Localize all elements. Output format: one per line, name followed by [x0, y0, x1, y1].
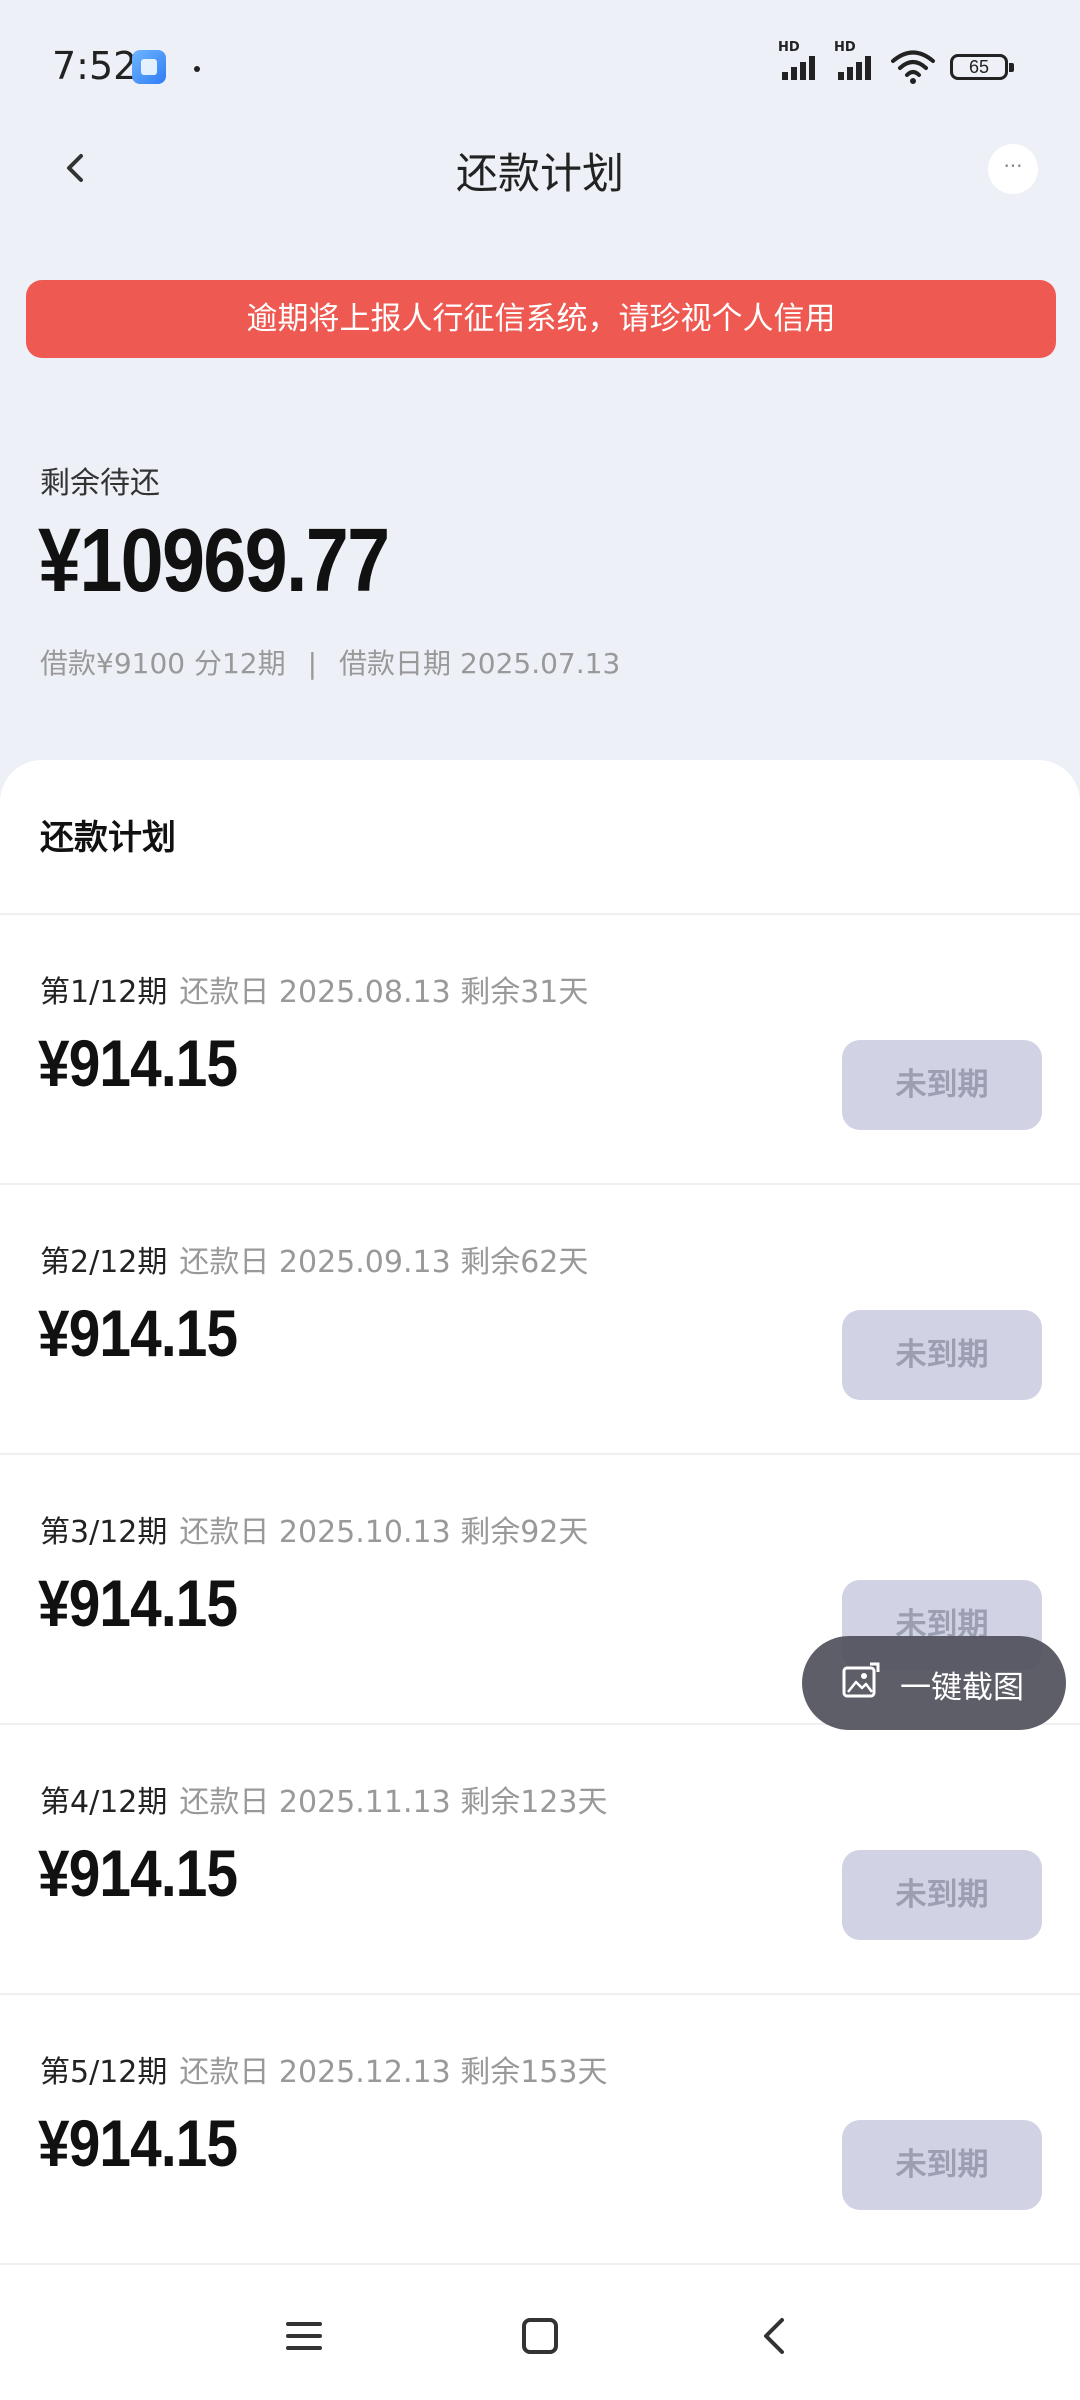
period-number: 第3/12期	[40, 1515, 168, 1550]
status-button-not-due[interactable]: 未到期	[842, 2120, 1042, 2210]
installment-period: 第2/12期 还款日 2025.09.13 剩余62天	[40, 1237, 588, 1281]
menu-icon[interactable]	[282, 2314, 326, 2358]
more-horizontal-icon[interactable]: ···	[988, 144, 1038, 194]
divider	[0, 2263, 1080, 2265]
loan-date-text: 借款日期 2025.07.13	[339, 647, 621, 680]
battery-level: 65	[968, 57, 990, 77]
installment-period: 第1/12期 还款日 2025.08.13 剩余31天	[40, 967, 588, 1011]
system-navigation-bar	[0, 2270, 1080, 2400]
installment-row[interactable]: 第2/12期 还款日 2025.09.13 剩余62天 ¥914.15 未到期	[0, 1185, 1080, 1455]
loan-amount-text: 借款¥9100 分12期	[40, 647, 286, 680]
due-date-info: 还款日 2025.12.13 剩余153天	[179, 2055, 608, 2090]
credit-warning-banner: 逾期将上报人行征信系统，请珍视个人信用	[26, 280, 1056, 358]
status-time: 7:52	[52, 44, 138, 88]
back-triangle-icon[interactable]	[752, 2314, 796, 2358]
installment-amount: ¥914.15	[38, 2106, 238, 2180]
status-button-not-due[interactable]: 未到期	[842, 1310, 1042, 1400]
wifi-icon	[891, 50, 935, 84]
installment-amount: ¥914.15	[38, 1026, 238, 1100]
installment-amount: ¥914.15	[38, 1566, 238, 1640]
status-button-not-due[interactable]: 未到期	[842, 1040, 1042, 1130]
info-separator: |	[307, 647, 318, 680]
installment-amount: ¥914.15	[38, 1836, 238, 1910]
installment-period: 第4/12期 还款日 2025.11.13 剩余123天	[40, 1777, 607, 1821]
screenshot-icon	[842, 1662, 880, 1698]
remaining-amount: ¥10969.77	[38, 511, 390, 611]
page-title: 还款计划	[455, 149, 624, 198]
period-number: 第1/12期	[40, 975, 168, 1010]
due-date-info: 还款日 2025.10.13 剩余92天	[179, 1515, 589, 1550]
installment-amount: ¥914.15	[38, 1296, 238, 1370]
nav-header: 还款计划 ···	[0, 130, 1080, 210]
due-date-info: 还款日 2025.09.13 剩余62天	[179, 1245, 589, 1280]
installment-period: 第3/12期 还款日 2025.10.13 剩余92天	[40, 1507, 588, 1551]
app-notification-icon	[132, 50, 166, 84]
loan-info: 借款¥9100 分12期 | 借款日期 2025.07.13	[40, 642, 620, 682]
installment-row[interactable]: 第1/12期 还款日 2025.08.13 剩余31天 ¥914.15 未到期	[0, 915, 1080, 1185]
quick-screenshot-button[interactable]: 一键截图	[802, 1636, 1066, 1730]
status-button-not-due[interactable]: 未到期	[842, 1850, 1042, 1940]
due-date-info: 还款日 2025.11.13 剩余123天	[179, 1785, 608, 1820]
quick-screenshot-label: 一键截图	[900, 1670, 1024, 1706]
remaining-label: 剩余待还	[40, 466, 160, 501]
installment-period: 第5/12期 还款日 2025.12.13 剩余153天	[40, 2047, 607, 2091]
installment-row[interactable]: 第5/12期 还款日 2025.12.13 剩余153天 ¥914.15 未到期	[0, 1995, 1080, 2265]
battery-icon: 65	[950, 54, 1014, 80]
plan-section-title: 还款计划	[40, 818, 176, 858]
hd-label: HD	[834, 40, 856, 55]
installment-row[interactable]: 第4/12期 还款日 2025.11.13 剩余123天 ¥914.15 未到期	[0, 1725, 1080, 1995]
due-date-info: 还款日 2025.08.13 剩余31天	[179, 975, 589, 1010]
hd-label: HD	[778, 40, 800, 55]
period-number: 第4/12期	[40, 1785, 168, 1820]
notification-dot-icon	[194, 66, 200, 72]
home-square-icon[interactable]	[518, 2314, 562, 2358]
status-bar: 7:52 HD HD 65	[0, 0, 1080, 140]
period-number: 第5/12期	[40, 2055, 168, 2090]
period-number: 第2/12期	[40, 1245, 168, 1280]
repayment-plan-card: 还款计划 第1/12期 还款日 2025.08.13 剩余31天 ¥914.15 …	[0, 760, 1080, 2270]
